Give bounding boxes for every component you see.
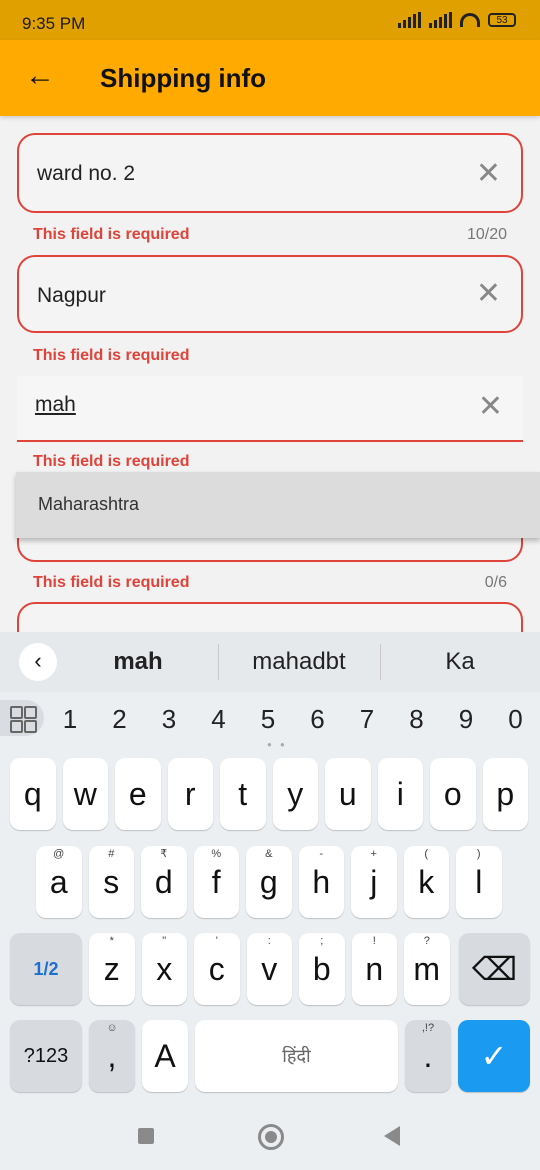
wifi-icon [460,13,480,27]
key-a[interactable]: @ a [36,846,82,918]
status-bar: 9:35 PM 53 [0,0,540,40]
autocomplete-option-label: Maharashtra [38,494,140,514]
key-7[interactable]: 7 [352,704,382,735]
comma-key[interactable]: ☺, [89,1020,135,1092]
status-time: 9:35 PM [22,14,86,33]
pincode-counter: 0/6 [484,574,507,591]
key-b[interactable]: ; b [299,933,345,1005]
battery-icon: 53 [488,13,516,27]
key-4[interactable]: 4 [204,704,234,735]
key-x[interactable]: " x [141,933,187,1005]
key-2[interactable]: 2 [105,704,135,735]
key-s[interactable]: # s [88,846,134,918]
pincode-error: This field is required [33,574,190,591]
key-e[interactable]: e [115,758,161,830]
key-y[interactable]: y [272,758,318,830]
autocomplete-option-maharashtra[interactable]: Maharashtra [16,472,540,538]
chevron-left-icon[interactable]: ‹ [19,643,57,681]
address-counter: 10/20 [466,226,507,243]
page-dots: ● ● [267,740,288,749]
period-key[interactable]: ,!?. [405,1020,451,1092]
key-t[interactable]: t [220,758,266,830]
key-0[interactable]: 0 [501,704,531,735]
key-m[interactable]: ? m [404,933,450,1005]
suggestion-word-2[interactable]: mahadbt [229,648,369,676]
key-h[interactable]: -h [298,846,344,918]
suggestion-divider [218,644,219,680]
key-z[interactable]: * z [89,933,135,1005]
key-9[interactable]: 9 [451,704,481,735]
backspace-icon[interactable]: ⌫ [459,933,530,1005]
navigation-bar [0,1106,540,1170]
key-r[interactable]: r [167,758,213,830]
suggestion-divider [380,644,381,680]
signal-icon [398,12,421,28]
key-u[interactable]: u [325,758,371,830]
key-l[interactable]: ) l [456,846,502,918]
key-f[interactable]: % f [193,846,239,918]
key-g[interactable]: & g [246,846,292,918]
state-input[interactable] [33,392,457,418]
key-8[interactable]: 8 [402,704,432,735]
key-o[interactable]: o [430,758,476,830]
number-row: 1234567890 [0,692,540,744]
city-error: This field is required [33,347,190,364]
back-triangle-icon[interactable] [384,1126,400,1146]
key-q[interactable]: q [10,758,56,830]
state-field[interactable]: ✕ [17,376,523,442]
key-p[interactable]: p [482,758,528,830]
address-input[interactable] [35,161,459,187]
space-bar[interactable]: हिंदी [195,1020,398,1092]
key-1[interactable]: 1 [55,704,85,735]
key-c[interactable]: ' c [194,933,240,1005]
language-key[interactable]: A [142,1020,188,1092]
city-field[interactable]: ✕ [17,255,523,333]
recents-icon[interactable] [138,1128,154,1144]
suggestion-bar: ‹ mah mahadbt Ka [0,632,540,692]
back-arrow-icon[interactable]: ← [24,60,56,92]
soft-keyboard: ‹ mah mahadbt Ka 1234567890 ● ● qwertyui… [0,632,540,1170]
apps-grid-icon[interactable] [0,700,44,736]
key-d[interactable]: ₹ d [141,846,187,918]
state-error: This field is required [33,453,190,470]
clear-city-icon[interactable]: ✕ [476,279,501,309]
status-icons: 53 [398,12,516,28]
clear-state-icon[interactable]: ✕ [478,392,503,422]
key-i[interactable]: i [377,758,423,830]
key-k[interactable]: (k [403,846,449,918]
suggestion-word-1[interactable]: mah [68,648,208,676]
symbols-key[interactable]: ?123 [10,1020,82,1092]
key-5[interactable]: 5 [253,704,283,735]
address-field[interactable]: ✕ [17,133,523,213]
address-error: This field is required [33,226,190,243]
key-6[interactable]: 6 [303,704,333,735]
key-j[interactable]: + j [351,846,397,918]
key-3[interactable]: 3 [154,704,184,735]
city-input[interactable] [35,283,459,309]
shift-key[interactable]: 1/2 [10,933,82,1005]
app-bar: ← Shipping info [0,40,540,116]
key-n[interactable]: ! n [351,933,397,1005]
signal-icon-2 [429,12,452,28]
key-v[interactable]: :v [246,933,292,1005]
enter-key[interactable]: ✓ [458,1020,530,1092]
home-icon[interactable] [258,1124,284,1150]
suggestion-word-3[interactable]: Ka [390,648,530,676]
clear-address-icon[interactable]: ✕ [476,159,501,189]
key-w[interactable]: w [62,758,108,830]
page-title: Shipping info [100,63,267,93]
